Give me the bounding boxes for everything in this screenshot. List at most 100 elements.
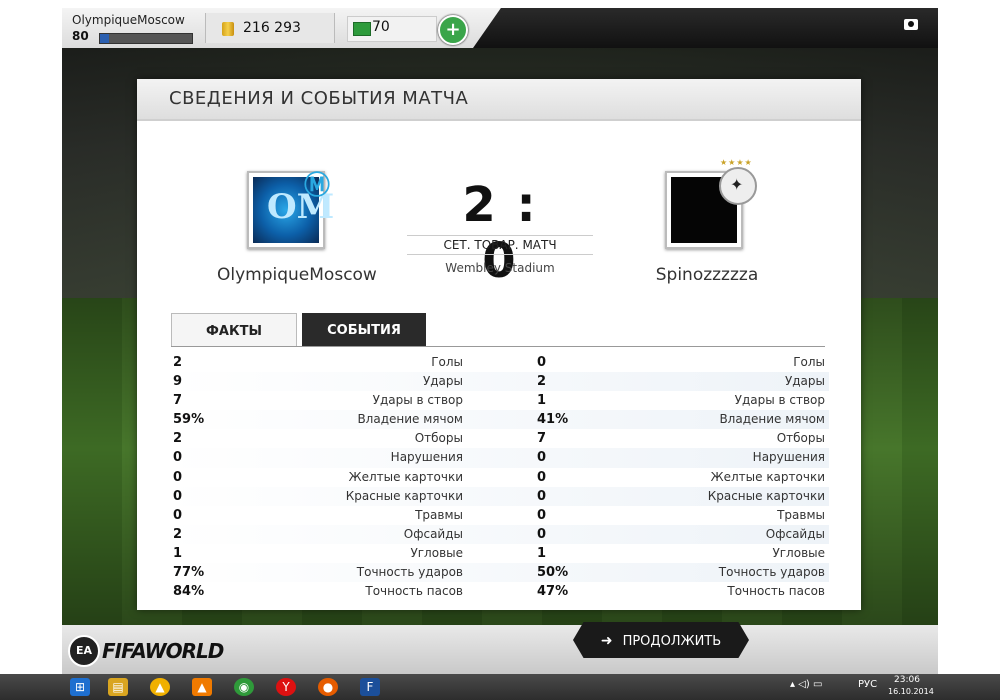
top-bar-dark <box>473 8 938 48</box>
level-progress-bar <box>99 33 193 44</box>
tab-facts[interactable]: ФАКТЫ <box>171 313 297 347</box>
away-stat-value: 0 <box>537 526 547 542</box>
arrow-right-icon: ➜ <box>600 633 613 649</box>
home-stat-value: 2 <box>173 355 183 370</box>
stat-row: 2 Офсайды 0 Офсайды <box>167 524 829 544</box>
match-info-panel: СВЕДЕНИЯ И СОБЫТИЯ МАТЧА OM Ⓜ ★★★★ ✦ Oly… <box>137 79 861 610</box>
app-icon-a[interactable]: ▲ <box>150 678 170 696</box>
home-stat-label: Голы <box>431 355 463 369</box>
vlc-icon[interactable]: ▲ <box>192 678 212 696</box>
clock-date: 16.10.2014 <box>888 687 934 696</box>
stat-row: 0 Травмы 0 Травмы <box>167 506 829 525</box>
match-type: СЕТ. ТОВАР. МАТЧ <box>407 235 593 255</box>
stat-row: 1 Угловые 1 Угловые <box>167 544 829 563</box>
away-stat-label: Угловые <box>772 545 825 560</box>
points-value: 70 <box>372 19 390 35</box>
continue-button[interactable]: ➜ ПРОДОЛЖИТЬ <box>573 622 749 658</box>
user-name: OlympiqueMoscow <box>72 13 185 27</box>
yandex-browser-icon[interactable]: Y <box>276 678 296 696</box>
points-icon <box>353 22 371 36</box>
stat-row: 2 Голы 0 Голы <box>167 353 829 372</box>
windows-start-icon[interactable]: ⊞ <box>70 678 90 696</box>
home-stat-label: Владение мячом <box>357 412 463 427</box>
continue-label: ПРОДОЛЖИТЬ <box>622 634 722 649</box>
home-stat-value: 9 <box>173 374 183 390</box>
away-club-badge-icon: ✦ <box>719 167 757 205</box>
stat-row: 7 Удары в створ 1 Удары в створ <box>167 391 829 410</box>
home-stat-label: Желтые карточки <box>348 469 463 484</box>
home-stat-label: Удары <box>422 374 463 389</box>
away-stat-value: 7 <box>537 431 547 447</box>
away-stat-value: 47% <box>537 584 569 600</box>
away-stat-value: 0 <box>537 355 547 370</box>
stats-table: 2 Голы 0 Голы 9 Удары 2 Удары 7 Удары в створ 1 Уда… <box>167 353 829 601</box>
tab-divider <box>171 346 825 347</box>
away-stat-value: 1 <box>537 393 547 409</box>
home-stat-label: Удары в створ <box>372 393 463 408</box>
home-stat-value: 59% <box>173 412 205 428</box>
tab-events[interactable]: СОБЫТИЯ <box>302 313 426 346</box>
tray-icons[interactable]: ▴ ◁) ▭ <box>790 679 822 690</box>
home-stat-label: Отборы <box>414 431 463 446</box>
stat-row: 0 Нарушения 0 Нарушения <box>167 448 829 468</box>
stadium-name: Wembley Stadium <box>445 261 555 275</box>
file-explorer-icon[interactable]: ▤ <box>108 678 128 696</box>
home-stat-value: 2 <box>173 431 183 447</box>
away-stat-label: Точность ударов <box>718 565 825 580</box>
home-stat-label: Точность пасов <box>365 584 463 599</box>
chrome-icon[interactable]: ◉ <box>234 678 254 696</box>
home-stat-label: Красные карточки <box>345 488 463 503</box>
away-stat-label: Удары в створ <box>734 393 825 408</box>
away-stat-label: Удары <box>784 374 825 389</box>
home-stat-value: 2 <box>173 526 183 542</box>
home-stat-value: 0 <box>173 507 183 523</box>
away-stat-value: 0 <box>537 507 547 523</box>
away-stat-value: 2 <box>537 374 547 390</box>
away-stat-label: Желтые карточки <box>710 469 825 484</box>
home-stat-value: 0 <box>173 450 183 466</box>
stat-row: 84% Точность пасов 47% Точность пасов <box>167 582 829 601</box>
home-stat-label: Травмы <box>415 507 463 522</box>
away-stat-value: 0 <box>537 488 547 504</box>
home-stat-value: 0 <box>173 469 183 485</box>
away-stat-value: 0 <box>537 469 547 485</box>
fifa-world-logo: FIFAWORLD <box>102 639 224 663</box>
panel-header: СВЕДЕНИЯ И СОБЫТИЯ МАТЧА <box>137 79 861 121</box>
clock-time: 23:06 <box>894 675 920 685</box>
away-stat-label: Точность пасов <box>727 584 825 599</box>
away-stat-value: 1 <box>537 545 547 561</box>
home-stat-value: 84% <box>173 584 205 600</box>
stars-icon: ★★★★ <box>720 158 753 167</box>
away-stat-label: Травмы <box>777 507 825 522</box>
stat-row: 2 Отборы 7 Отборы <box>167 429 829 448</box>
panel-title: СВЕДЕНИЯ И СОБЫТИЯ МАТЧА <box>169 88 469 109</box>
home-stat-label: Угловые <box>410 545 463 560</box>
stat-row: 9 Удары 2 Удары <box>167 372 829 392</box>
camera-icon[interactable] <box>904 19 918 30</box>
home-stat-label: Нарушения <box>390 450 463 465</box>
away-stat-label: Отборы <box>776 431 825 446</box>
user-level: 80 <box>72 29 89 43</box>
home-stat-value: 7 <box>173 393 183 409</box>
home-team-name: OlympiqueMoscow <box>217 265 377 285</box>
level-progress-fill <box>100 34 110 43</box>
fifa-world-taskbar-icon[interactable]: F <box>360 678 380 696</box>
coin-icon <box>222 22 234 36</box>
stat-row: 0 Желтые карточки 0 Желтые карточки <box>167 468 829 487</box>
stat-row: 59% Владение мячом 41% Владение мячом <box>167 410 829 430</box>
home-stat-value: 0 <box>173 488 183 504</box>
language-indicator[interactable]: РУС <box>858 679 877 690</box>
origin-icon[interactable]: ● <box>318 678 338 696</box>
stat-row: 77% Точность ударов 50% Точность ударов <box>167 563 829 583</box>
stat-row: 0 Красные карточки 0 Красные карточки <box>167 486 829 506</box>
away-stat-value: 41% <box>537 412 569 428</box>
away-stat-label: Владение мячом <box>719 412 825 427</box>
away-stat-value: 50% <box>537 565 569 581</box>
home-stat-value: 1 <box>173 545 183 561</box>
home-stat-label: Точность ударов <box>356 565 463 580</box>
eagle-icon: ✦ <box>730 175 744 194</box>
away-team-name: Spinozzzzza <box>655 265 759 285</box>
away-stat-label: Голы <box>793 355 825 369</box>
home-stat-label: Офсайды <box>403 526 463 541</box>
add-points-button[interactable]: + <box>438 15 468 45</box>
